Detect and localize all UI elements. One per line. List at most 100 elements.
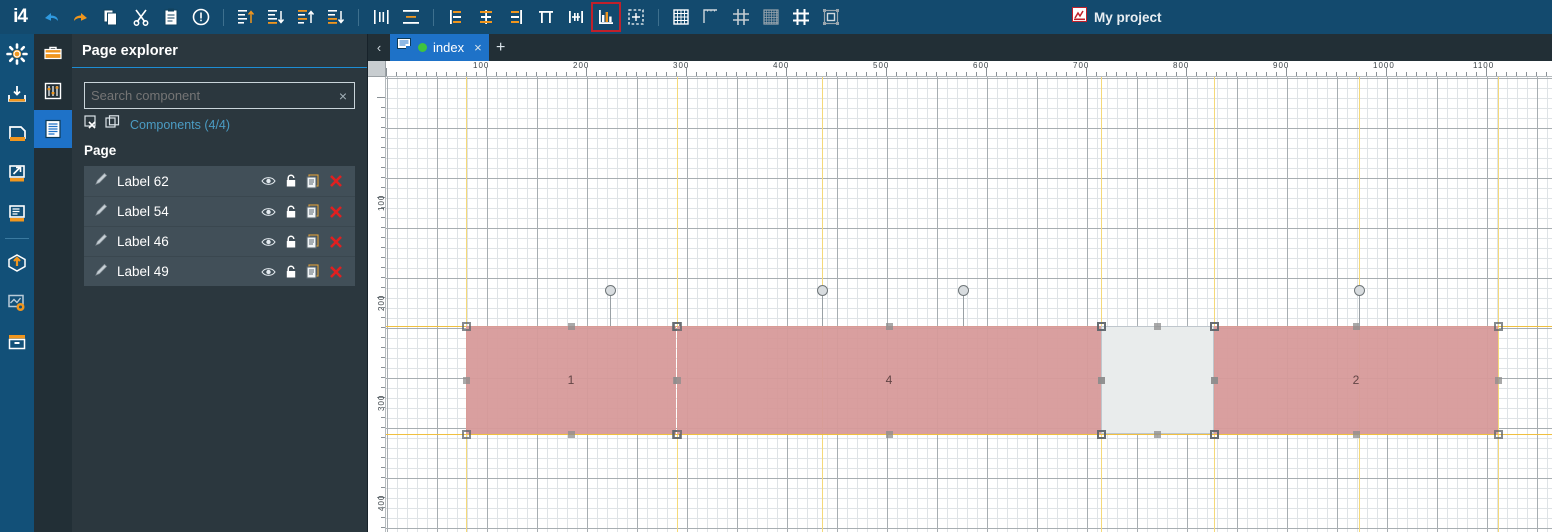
search-input[interactable] xyxy=(85,88,332,103)
guide-line-horizontal[interactable] xyxy=(386,434,1552,435)
align-bottom-icon[interactable] xyxy=(263,4,289,30)
image-settings-icon[interactable] xyxy=(0,283,34,323)
export-icon[interactable] xyxy=(0,154,34,194)
canvas-component[interactable]: 2 xyxy=(1214,326,1498,434)
components-count-label[interactable]: Components (4/4) xyxy=(130,118,230,132)
list-item[interactable]: Label 62 xyxy=(84,166,355,196)
same-size-icon[interactable] xyxy=(473,4,499,30)
tab-index[interactable]: index × xyxy=(390,34,489,61)
anchor-point[interactable] xyxy=(1354,285,1365,296)
resize-handle[interactable] xyxy=(1154,430,1161,438)
import-icon[interactable] xyxy=(0,74,34,114)
canvas-component[interactable]: 1 xyxy=(466,326,676,434)
resize-handle[interactable] xyxy=(1097,376,1105,384)
vertical-ruler[interactable]: 100 200 300 400 xyxy=(368,77,386,532)
redo-icon[interactable] xyxy=(68,4,94,30)
resize-handle[interactable] xyxy=(567,322,575,330)
lock-icon[interactable] xyxy=(285,235,297,249)
same-height-icon[interactable] xyxy=(503,4,529,30)
chart-icon[interactable] xyxy=(591,2,621,32)
guide-line-vertical[interactable] xyxy=(466,77,467,532)
visibility-icon[interactable] xyxy=(261,175,276,187)
resize-handle[interactable] xyxy=(1096,321,1106,331)
anchor-point[interactable] xyxy=(817,285,828,296)
resize-handle[interactable] xyxy=(672,429,682,439)
settings-icon[interactable] xyxy=(0,34,34,74)
clear-search-icon[interactable]: × xyxy=(332,89,354,103)
toolbox-icon[interactable] xyxy=(34,34,72,72)
save-icon[interactable] xyxy=(0,114,34,154)
resize-handle[interactable] xyxy=(461,429,471,439)
distribute-vertical-icon[interactable] xyxy=(398,4,424,30)
grid-fine-icon[interactable] xyxy=(758,4,784,30)
align-right-icon[interactable] xyxy=(323,4,349,30)
resize-handle[interactable] xyxy=(1209,321,1219,331)
select-all-icon[interactable] xyxy=(105,115,120,135)
add-tab-icon[interactable]: + xyxy=(489,34,513,61)
copy-icon[interactable] xyxy=(98,4,124,30)
delete-icon[interactable] xyxy=(329,265,343,279)
grid-corner-icon[interactable] xyxy=(698,4,724,30)
resize-handle[interactable] xyxy=(1210,376,1218,384)
guide-line-vertical[interactable] xyxy=(677,77,678,532)
center-vertical-icon[interactable] xyxy=(563,4,589,30)
visibility-icon[interactable] xyxy=(261,266,276,278)
resize-handle[interactable] xyxy=(567,430,575,438)
align-top-icon[interactable] xyxy=(233,4,259,30)
page-explorer-icon[interactable] xyxy=(34,110,72,148)
horizontal-ruler[interactable]: 100 200 300 400 500 600 700 800 900 1000 1100 xyxy=(386,61,1552,77)
lock-icon[interactable] xyxy=(285,205,297,219)
canvas-component[interactable]: 4 xyxy=(677,326,1101,434)
tab-close-icon[interactable]: × xyxy=(474,40,482,55)
duplicate-icon[interactable] xyxy=(306,264,320,279)
cut-icon[interactable] xyxy=(128,4,154,30)
resize-handle[interactable] xyxy=(1352,430,1360,438)
list-item[interactable]: Label 49 xyxy=(84,256,355,286)
lock-icon[interactable] xyxy=(285,174,297,188)
resize-handle[interactable] xyxy=(673,376,681,384)
center-horizontal-icon[interactable] xyxy=(533,4,559,30)
duplicate-icon[interactable] xyxy=(306,173,320,189)
edit-icon[interactable] xyxy=(94,202,109,222)
resize-handle[interactable] xyxy=(885,322,893,330)
info-icon[interactable] xyxy=(188,4,214,30)
anchor-point[interactable] xyxy=(605,285,616,296)
empty-slot[interactable] xyxy=(1101,326,1214,434)
resize-handle[interactable] xyxy=(672,321,682,331)
select-area-icon[interactable] xyxy=(623,4,649,30)
properties-icon[interactable] xyxy=(34,72,72,110)
tab-scroll-left-icon[interactable]: ‹ xyxy=(368,34,390,61)
resize-handle[interactable] xyxy=(1096,429,1106,439)
resize-handle[interactable] xyxy=(461,321,471,331)
anchor-point[interactable] xyxy=(958,285,969,296)
resize-handle[interactable] xyxy=(1209,429,1219,439)
visibility-icon[interactable] xyxy=(261,206,276,218)
resize-handle[interactable] xyxy=(1493,429,1503,439)
duplicate-icon[interactable] xyxy=(306,234,320,249)
resize-handle[interactable] xyxy=(885,430,893,438)
guide-line-vertical[interactable] xyxy=(1101,77,1102,532)
resize-handle[interactable] xyxy=(462,376,470,384)
same-width-icon[interactable] xyxy=(443,4,469,30)
design-canvas[interactable]: 14 2 xyxy=(386,77,1552,532)
project-indicator[interactable]: My project xyxy=(1072,0,1162,34)
duplicate-icon[interactable] xyxy=(306,204,320,219)
guide-line-vertical[interactable] xyxy=(1214,77,1215,532)
report-icon[interactable] xyxy=(0,194,34,234)
list-item[interactable]: Label 54 xyxy=(84,196,355,226)
align-left-icon[interactable] xyxy=(293,4,319,30)
delete-icon[interactable] xyxy=(329,205,343,219)
resize-handle[interactable] xyxy=(1154,322,1161,330)
undo-icon[interactable] xyxy=(38,4,64,30)
resize-handle[interactable] xyxy=(1493,321,1503,331)
lock-icon[interactable] xyxy=(285,265,297,279)
deploy-icon[interactable] xyxy=(0,243,34,283)
visibility-icon[interactable] xyxy=(261,236,276,248)
edit-icon[interactable] xyxy=(94,171,109,191)
group-icon[interactable] xyxy=(818,4,844,30)
grid-bold-icon[interactable] xyxy=(788,4,814,30)
delete-icon[interactable] xyxy=(329,174,343,188)
delete-icon[interactable] xyxy=(329,235,343,249)
archive-icon[interactable] xyxy=(0,323,34,363)
edit-icon[interactable] xyxy=(94,262,109,282)
